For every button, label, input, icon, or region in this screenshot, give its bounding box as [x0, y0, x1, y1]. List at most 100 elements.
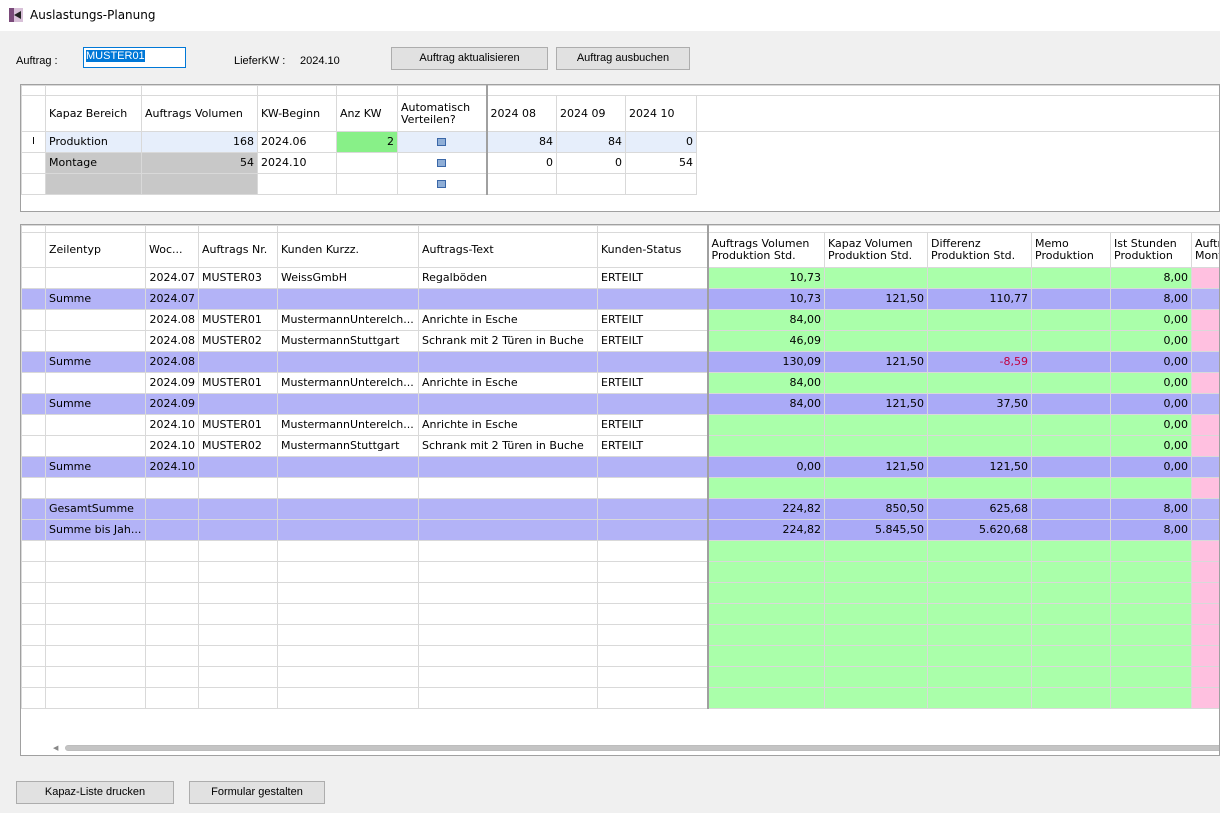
cell-av[interactable]: [706, 624, 825, 646]
table-row[interactable]: 2024.07 MUSTER03 WeissGmbH Regalböden ERTEIL…: [21, 267, 1219, 289]
table-row[interactable]: GesamtSumme 224,82 850,50 625,68 8,00: [21, 498, 1219, 520]
cell-zeilentyp[interactable]: [45, 645, 146, 667]
cell-av[interactable]: [706, 666, 825, 688]
cell-kv[interactable]: [824, 645, 928, 667]
cell-zeilentyp[interactable]: Summe bis Jah...: [45, 519, 146, 541]
col-differenz-prod[interactable]: Differenz Produktion Std.: [927, 232, 1032, 268]
cell-status[interactable]: [597, 687, 708, 709]
cell-diff[interactable]: 121,50: [927, 456, 1032, 478]
cell-ist[interactable]: 8,00: [1110, 498, 1192, 520]
cell-av[interactable]: 84,00: [706, 309, 825, 331]
cell-auftrags-nr[interactable]: [198, 456, 278, 478]
cell-diff[interactable]: [927, 267, 1032, 289]
table-row[interactable]: [21, 477, 1219, 499]
cell-av[interactable]: [706, 603, 825, 625]
scroll-thumb[interactable]: [65, 745, 1219, 751]
cell-volumen[interactable]: 54: [141, 152, 258, 174]
cell-av[interactable]: 10,73: [706, 288, 825, 310]
cell-kunde[interactable]: WeissGmbH: [277, 267, 419, 289]
cell-kv[interactable]: [824, 414, 928, 436]
cell-auftrags-montage[interactable]: [1191, 519, 1219, 541]
cell-diff[interactable]: [927, 687, 1032, 709]
cell-status[interactable]: [597, 393, 708, 415]
checkbox-icon[interactable]: [437, 138, 447, 146]
cell-zeilentyp[interactable]: [45, 603, 146, 625]
cell-status[interactable]: [597, 540, 708, 562]
cell-text[interactable]: [418, 351, 598, 373]
cell-woche[interactable]: 2024.10: [145, 435, 199, 457]
cell-ist[interactable]: [1110, 540, 1192, 562]
cell-text[interactable]: Schrank mit 2 Türen in Buche: [418, 435, 598, 457]
cell-auftrags-montage[interactable]: [1191, 351, 1219, 373]
cell-kunde[interactable]: [277, 666, 419, 688]
cell-woche[interactable]: 2024.09: [145, 372, 199, 394]
cell-kunde[interactable]: [277, 393, 419, 415]
cell-auftrags-nr[interactable]: MUSTER02: [198, 435, 278, 457]
cell-text[interactable]: [418, 603, 598, 625]
cell-memo[interactable]: [1031, 456, 1111, 478]
cell-auftrags-nr[interactable]: [198, 666, 278, 688]
row-selector[interactable]: [21, 330, 46, 352]
col-auftrags-volumen[interactable]: Auftrags Volumen: [141, 95, 258, 132]
cell-kunde[interactable]: MustermannUnterelch...: [277, 309, 419, 331]
cell-kv[interactable]: [824, 603, 928, 625]
cell-auftrags-nr[interactable]: MUSTER01: [198, 309, 278, 331]
cell-av[interactable]: [706, 540, 825, 562]
cell-auftrags-nr[interactable]: [198, 540, 278, 562]
cell-woche[interactable]: 2024.07: [145, 267, 199, 289]
cell-auftrags-montage[interactable]: [1191, 687, 1219, 709]
cell-ist[interactable]: 0,00: [1110, 435, 1192, 457]
cell-kunde[interactable]: [277, 288, 419, 310]
table-row[interactable]: [21, 603, 1219, 625]
cell-status[interactable]: ERTEILT: [597, 330, 708, 352]
cell-beginn[interactable]: 2024.10: [257, 152, 337, 174]
cell-woche[interactable]: [145, 519, 199, 541]
cell-memo[interactable]: [1031, 414, 1111, 436]
cell-auftrags-montage[interactable]: [1191, 330, 1219, 352]
cell-text[interactable]: [418, 393, 598, 415]
cell-ist[interactable]: 0,00: [1110, 393, 1192, 415]
cell-kunde[interactable]: [277, 561, 419, 583]
cell-woche[interactable]: [145, 603, 199, 625]
cell-zeilentyp[interactable]: [45, 624, 146, 646]
col-kapaz-volumen-prod[interactable]: Kapaz Volumen Produktion Std.: [824, 232, 928, 268]
cell-kunde[interactable]: [277, 582, 419, 604]
cell-memo[interactable]: [1031, 351, 1111, 373]
cell-av[interactable]: [706, 687, 825, 709]
cell-zeilentyp[interactable]: [45, 477, 146, 499]
cell-memo[interactable]: [1031, 519, 1111, 541]
cell-av[interactable]: 10,73: [706, 267, 825, 289]
cell-kunde[interactable]: MustermannStuttgart: [277, 435, 419, 457]
cell-auftrags-montage[interactable]: [1191, 645, 1219, 667]
cell-kv[interactable]: 121,50: [824, 288, 928, 310]
cell-auftrags-montage[interactable]: [1191, 561, 1219, 583]
cell-av[interactable]: [706, 582, 825, 604]
table-row[interactable]: I Produktion 168 2024.06 2 84 84 0: [21, 131, 1219, 153]
cell-kunde[interactable]: [277, 687, 419, 709]
cell-av[interactable]: 84,00: [706, 372, 825, 394]
col-week-1[interactable]: 2024 08: [485, 95, 557, 132]
cell-memo[interactable]: [1031, 582, 1111, 604]
cell-woche[interactable]: 2024.10: [145, 414, 199, 436]
cell-memo[interactable]: [1031, 666, 1111, 688]
cell-ist[interactable]: [1110, 666, 1192, 688]
cell-zeilentyp[interactable]: [45, 666, 146, 688]
cell-kv[interactable]: 121,50: [824, 393, 928, 415]
cell-auftrags-montage[interactable]: [1191, 414, 1219, 436]
col-week-2[interactable]: 2024 09: [556, 95, 626, 132]
cell-auftrags-nr[interactable]: [198, 603, 278, 625]
row-selector[interactable]: [21, 435, 46, 457]
cell-ist[interactable]: [1110, 603, 1192, 625]
cell-status[interactable]: [597, 645, 708, 667]
cell-auto[interactable]: [397, 152, 487, 174]
cell-auftrags-montage[interactable]: [1191, 288, 1219, 310]
cell-diff[interactable]: [927, 309, 1032, 331]
table-row[interactable]: [21, 645, 1219, 667]
cell-auftrags-montage[interactable]: [1191, 582, 1219, 604]
table-row[interactable]: [21, 173, 1220, 195]
cell-zeilentyp[interactable]: [45, 267, 146, 289]
cell-kv[interactable]: [824, 561, 928, 583]
col-ist-stunden-prod[interactable]: Ist Stunden Produktion: [1110, 232, 1192, 268]
cell-text[interactable]: [418, 561, 598, 583]
cell-text[interactable]: [418, 666, 598, 688]
